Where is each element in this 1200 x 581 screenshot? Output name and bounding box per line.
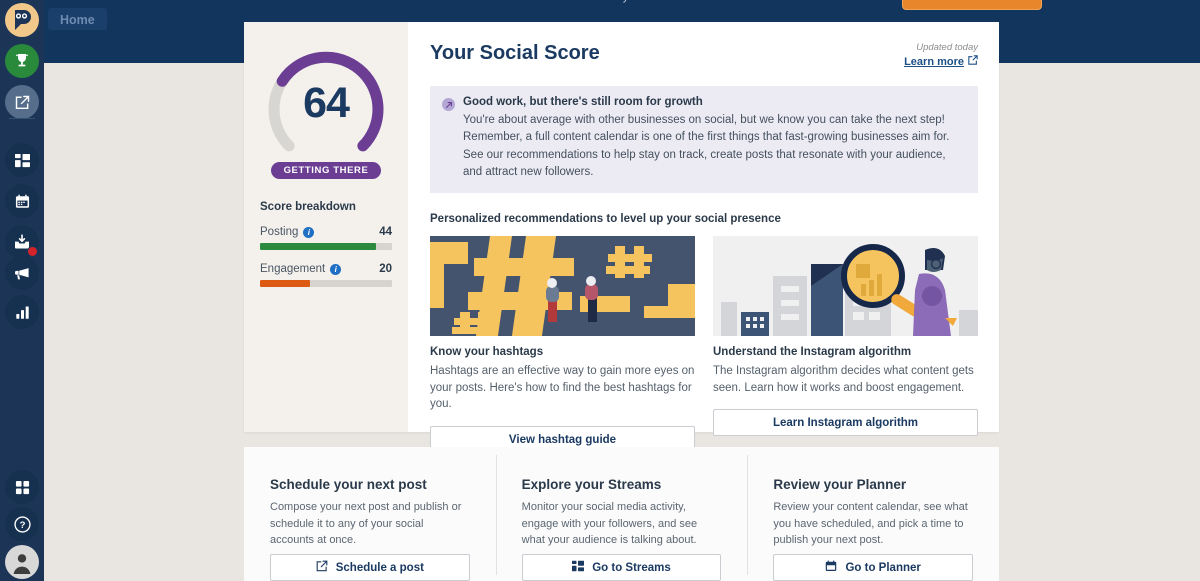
score-value: 64 <box>303 79 350 127</box>
metric-posting-bar <box>260 243 392 250</box>
quick-action-heading: Review your Planner <box>773 477 907 492</box>
metric-engagement-fill <box>260 280 311 287</box>
inbox-icon[interactable] <box>5 225 39 259</box>
info-icon[interactable]: i <box>330 263 342 275</box>
quick-action-heading: Schedule your next post <box>270 477 427 492</box>
metric-engagement: Engagement i 20 <box>260 263 392 287</box>
recommendation-card-hashtags[interactable]: Know your hashtags Hashtags are an effec… <box>430 236 695 454</box>
inbox-unread-badge <box>27 246 38 257</box>
planner-calendar-icon[interactable] <box>5 184 39 218</box>
top-nav-clipped-row: Publisher Streams Inbox Analytics Advert… <box>240 0 1200 11</box>
go-to-planner-button[interactable]: Go to Planner <box>773 554 974 581</box>
rail-divider <box>9 118 35 119</box>
quick-action-body: Review your content calendar, see what y… <box>773 501 968 546</box>
top-nav-label-streams[interactable]: Streams <box>330 0 372 3</box>
learn-more-label: Learn more <box>904 55 964 68</box>
recommendation-body: Hashtags are an effective way to gain mo… <box>430 365 695 411</box>
hashtags-illustration <box>430 236 695 336</box>
top-nav-label-publisher[interactable]: Publisher <box>260 0 308 3</box>
schedule-a-post-button[interactable]: Schedule a post <box>270 554 470 581</box>
svg-text:?: ? <box>19 520 25 531</box>
help-icon[interactable]: ? <box>5 507 39 541</box>
streams-icon[interactable] <box>5 143 39 177</box>
learn-instagram-algorithm-button[interactable]: Learn Instagram algorithm <box>713 409 978 437</box>
tab-home[interactable]: Home <box>48 8 107 30</box>
score-panel: 64 GETTING THERE Score breakdown Posting… <box>244 22 408 432</box>
quick-action-button-label: Go to Streams <box>592 561 671 574</box>
metric-engagement-bar <box>260 280 392 287</box>
page-title: Your Social Score <box>430 42 600 64</box>
apps-grid-icon[interactable] <box>5 470 39 504</box>
score-status-badge: GETTING THERE <box>271 162 381 179</box>
quick-action-schedule-post: Schedule your next post Compose your nex… <box>244 477 496 581</box>
score-insight-banner: Good work, but there's still room for gr… <box>430 86 978 193</box>
quick-action-heading: Explore your Streams <box>521 477 662 492</box>
quick-action-planner: Review your Planner Review your content … <box>747 455 999 581</box>
recommendation-card-instagram[interactable]: Understand the Instagram algorithm The I… <box>713 236 978 453</box>
analytics-icon[interactable] <box>5 295 39 329</box>
compose-post-icon[interactable] <box>5 85 39 119</box>
metric-posting: Posting i 44 <box>260 226 392 250</box>
trending-up-icon <box>442 98 455 111</box>
quick-action-streams: Explore your Streams Monitor your social… <box>495 455 748 581</box>
top-nav-label-inbox[interactable]: Inbox <box>540 0 568 3</box>
calendar-icon <box>825 560 837 575</box>
score-breakdown-title: Score breakdown <box>260 201 356 213</box>
info-icon[interactable]: i <box>303 226 315 238</box>
quick-actions-card: Schedule your next post Compose your nex… <box>244 447 999 581</box>
updated-timestamp: Updated today <box>916 42 978 53</box>
external-link-icon <box>968 55 978 68</box>
left-navigation-rail: ? <box>0 0 44 581</box>
top-nav-label-advertise[interactable]: Advertise <box>670 0 718 3</box>
go-to-streams-button[interactable]: Go to Streams <box>521 554 722 581</box>
top-nav-label-analytics[interactable]: Analytics <box>600 0 646 3</box>
advertise-megaphone-icon[interactable] <box>5 256 39 290</box>
metric-posting-fill <box>260 243 377 250</box>
quick-action-body: Compose your next post and publish or sc… <box>270 501 462 546</box>
quick-action-body: Monitor your social media activity, enga… <box>521 501 698 546</box>
metric-engagement-value: 20 <box>379 263 392 275</box>
profile-avatar[interactable] <box>5 545 39 579</box>
social-score-card: 64 GETTING THERE Score breakdown Posting… <box>244 22 1000 454</box>
banner-body: You're about average with other business… <box>463 114 950 178</box>
recommendation-heading: Know your hashtags <box>430 346 544 358</box>
quick-action-button-label: Go to Planner <box>845 561 921 574</box>
recommendations-title: Personalized recommendations to level up… <box>430 213 781 225</box>
metric-engagement-label: Engagement <box>260 263 326 275</box>
score-gauge: 64 <box>263 42 389 160</box>
grid-icon <box>572 560 585 575</box>
hootsuite-logo-icon[interactable] <box>5 3 39 37</box>
social-score-content: Your Social Score Updated today Learn mo… <box>408 22 1000 454</box>
metric-posting-value: 44 <box>379 226 392 238</box>
recommendations-grid: Know your hashtags Hashtags are an effec… <box>430 236 978 454</box>
quick-action-button-label: Schedule a post <box>335 561 424 574</box>
metric-posting-label: Posting <box>260 226 299 238</box>
recommendation-heading: Understand the Instagram algorithm <box>713 346 912 358</box>
learn-more-link[interactable]: Learn more <box>904 55 978 68</box>
compose-icon <box>316 560 328 575</box>
banner-heading: Good work, but there's still room for gr… <box>463 96 703 108</box>
instagram-algorithm-illustration <box>713 236 978 336</box>
recommendation-body: The Instagram algorithm decides what con… <box>713 365 974 394</box>
rewards-trophy-icon[interactable] <box>5 44 39 78</box>
upgrade-cta-button[interactable] <box>902 0 1042 10</box>
